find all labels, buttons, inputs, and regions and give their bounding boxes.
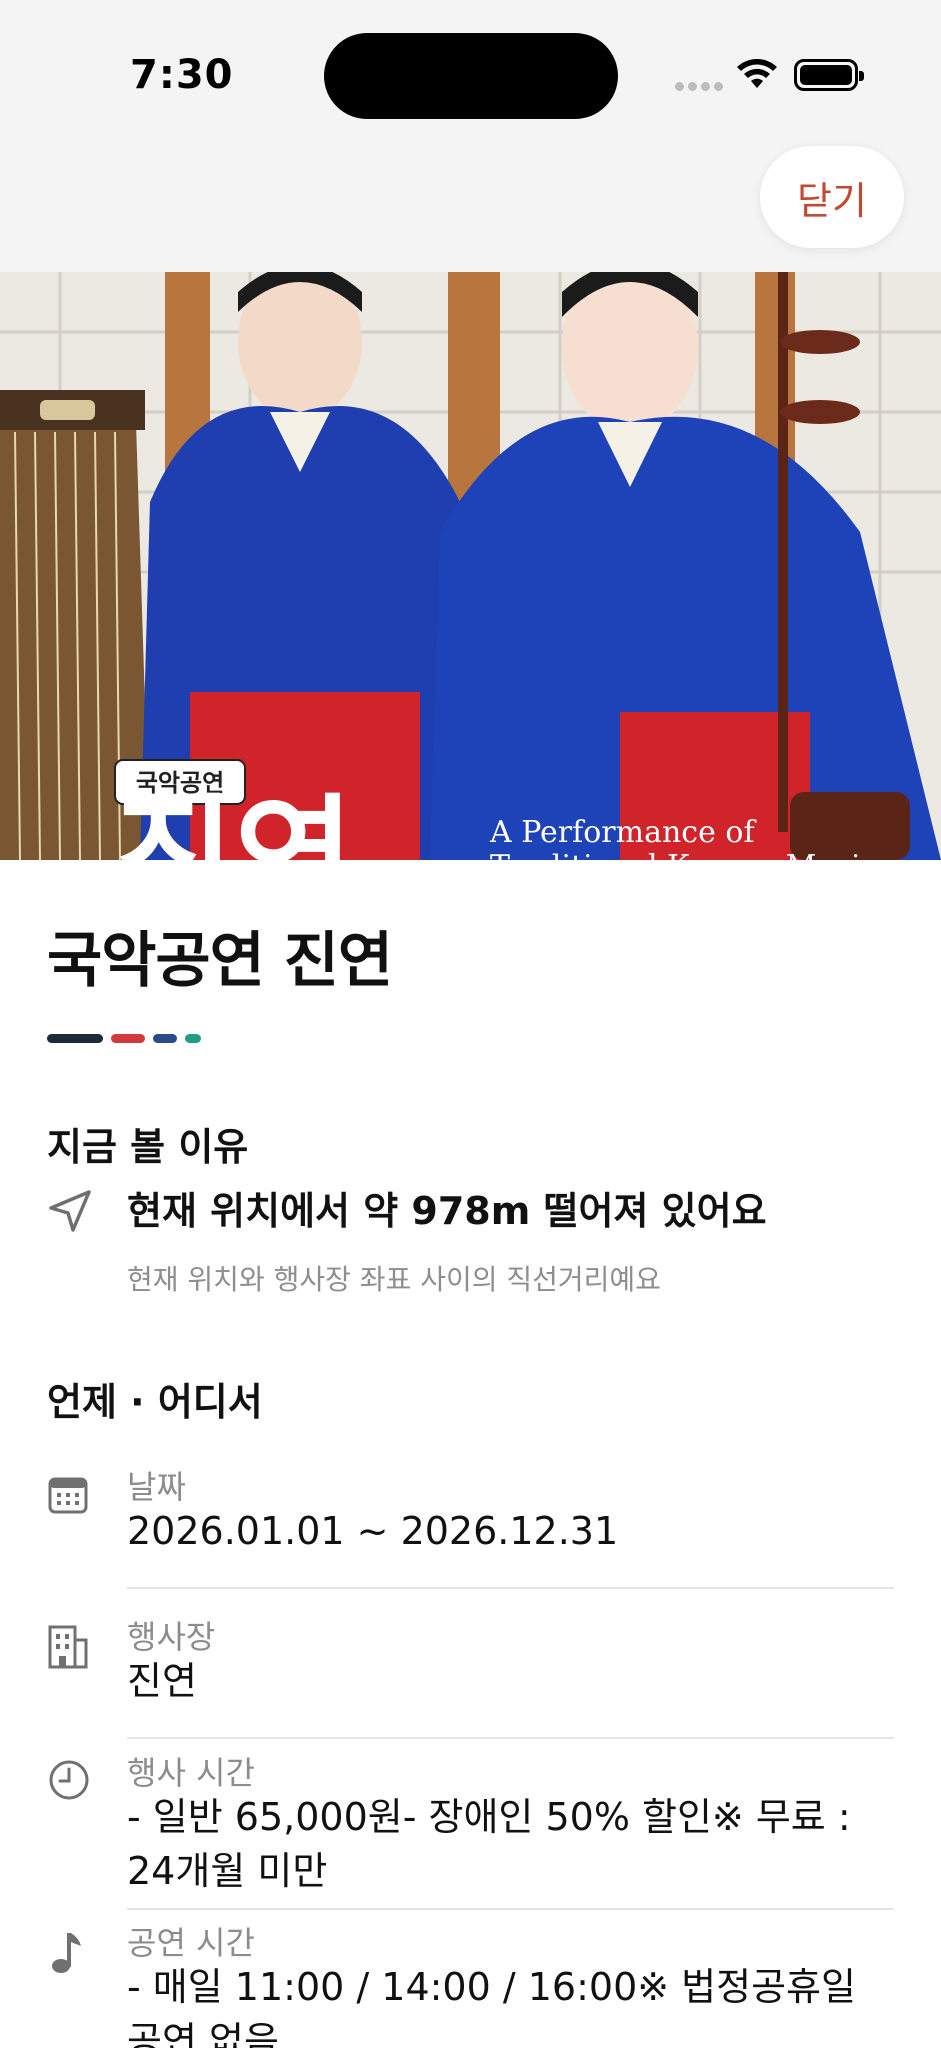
why-now-heading: 지금 볼 이유 — [47, 1125, 249, 1169]
hero-subtitle-line1: A Performance of — [489, 815, 756, 850]
calendar-icon — [48, 1477, 88, 1514]
date-value: 2026.01.01 ~ 2026.12.31 — [127, 1509, 619, 1553]
close-button[interactable]: 닫기 — [760, 146, 904, 248]
event-time-label: 행사 시간 — [127, 1754, 255, 1792]
top-header-area: 7:30 닫기 — [0, 0, 941, 272]
accent-dash — [153, 1034, 177, 1043]
cellular-signal-icon — [675, 82, 723, 91]
distance-subtext: 현재 위치와 행사장 좌표 사이의 직선거리예요 — [127, 1263, 661, 1296]
accent-dash — [111, 1034, 145, 1043]
date-label: 날짜 — [127, 1468, 186, 1506]
hero-subtitle-line2: Traditional Korean Music — [490, 849, 877, 860]
venue-value: 진연 — [127, 1659, 197, 1703]
divider — [127, 1908, 894, 1910]
building-icon — [48, 1625, 88, 1669]
distance-text: 현재 위치에서 약 978m 떨어져 있어요 — [127, 1189, 767, 1233]
music-note-icon — [52, 1933, 81, 1973]
accent-dashes — [47, 1034, 201, 1043]
venue-label: 행사장 — [127, 1618, 216, 1656]
divider — [127, 1587, 894, 1589]
dynamic-island — [324, 33, 618, 119]
wifi-icon — [737, 59, 777, 88]
accent-dash — [185, 1034, 201, 1043]
hero-title-text: 진연 — [115, 780, 354, 860]
divider — [127, 1737, 894, 1739]
clock-icon — [49, 1760, 89, 1800]
when-where-heading: 언제 · 어디서 — [47, 1380, 263, 1424]
location-arrow-icon — [49, 1190, 91, 1232]
performance-time-label: 공연 시간 — [127, 1924, 255, 1962]
event-poster-image: 국악공연 진연 A Performance of Traditional Kor… — [0, 272, 941, 860]
event-time-value: - 일반 65,000원- 장애인 50% 할인※ 무료 : 24개월 미만 — [127, 1795, 851, 1893]
event-title: 국악공연 진연 — [47, 926, 393, 996]
status-time: 7:30 — [130, 52, 234, 98]
accent-dash — [47, 1034, 103, 1043]
performance-time-value: - 매일 11:00 / 14:00 / 16:00※ 법정공휴일 공연 없음 — [127, 1965, 856, 2048]
battery-icon — [794, 59, 864, 91]
